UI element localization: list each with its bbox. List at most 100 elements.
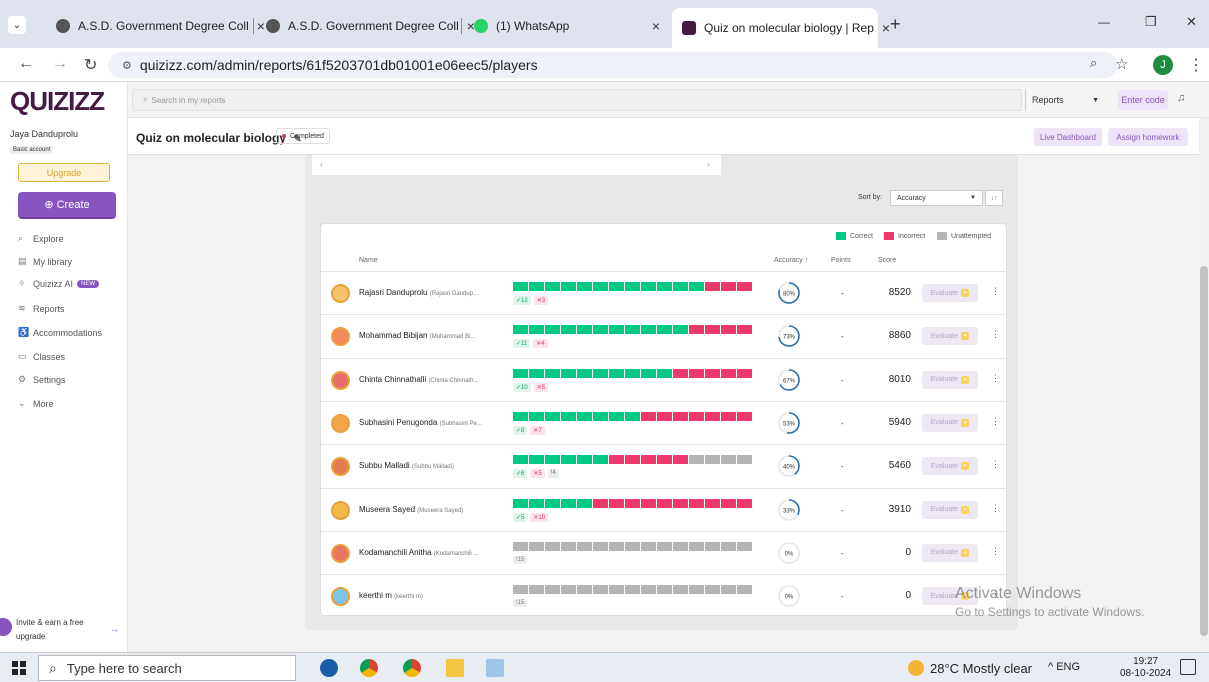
evaluate-button[interactable]: Evaluate ✦ [922, 413, 978, 432]
answer-bar-segment [513, 585, 528, 595]
reports-dropdown[interactable]: Reports ▼ [1025, 89, 1105, 111]
count-badge: ✓12 [513, 296, 531, 305]
tab-close-icon[interactable]: × [644, 18, 660, 34]
player-name[interactable]: Chinta Chinnathalli (Chinta Chinnath... [359, 375, 478, 384]
table-row[interactable]: Mohammad Bibijan (Mohammad Bi... ✓11 ✕4 73%… [321, 314, 1006, 357]
quizizz-logo[interactable]: QUIZIZZ [10, 86, 105, 117]
table-row[interactable]: Museera Sayed (Museera Sayed) ✓5 ✕10 33% - 39… [321, 487, 1006, 531]
player-name[interactable]: Kodamanchili Anitha (Kodamanchili ... [359, 548, 478, 557]
browser-tab-active[interactable]: Quiz on molecular biology | Rep × [672, 8, 890, 48]
player-name[interactable]: Museera Sayed (Museera Sayed) [359, 505, 463, 514]
player-name[interactable]: Subbu Malladi (Subbu Malladi) [359, 461, 454, 470]
reload-icon[interactable]: ↻ [84, 55, 97, 75]
live-dashboard-button[interactable]: Live Dashboard [1034, 128, 1102, 146]
player-name[interactable]: Subhasini Penugonda (Subhasini Pe... [359, 418, 482, 427]
scrollbar-thumb[interactable] [1200, 266, 1208, 636]
evaluate-button[interactable]: Evaluate ✦ [922, 284, 978, 302]
sidebar-item-classes[interactable]: ▭ Classes [18, 351, 65, 362]
count-badge: ✓6 [513, 469, 528, 479]
row-more-menu-icon[interactable]: ⋮ [991, 416, 1000, 427]
sidebar-item-explore[interactable]: ⌕ Explore [18, 233, 64, 244]
player-avatar [331, 587, 350, 607]
evaluate-button[interactable]: Evaluate ✦ [922, 500, 978, 519]
answer-bar-segment [625, 455, 640, 465]
table-row[interactable]: Subbu Malladi (Subbu Malladi) ✓6 ✕5 !4 40% - 5… [321, 444, 1006, 487]
sidebar-item-my-library[interactable]: ▤ My library [18, 256, 72, 267]
sidebar-item-accommodations[interactable]: ♿ Accommodations [18, 327, 102, 338]
notifications-icon[interactable] [1180, 659, 1196, 675]
sidebar-item-quizizz-ai[interactable]: ✧ Quizizz AI NEW [18, 278, 100, 289]
player-name[interactable]: Rajasri Danduprolu (Rajasri Dandup... [359, 288, 478, 297]
evaluate-button[interactable]: Evaluate ✦ [922, 457, 978, 476]
evaluate-button[interactable]: Evaluate ✦ [922, 327, 978, 346]
chrome-profile-icon[interactable] [403, 659, 421, 677]
restore-button[interactable]: ❐ [1145, 14, 1157, 30]
table-row[interactable]: Rajasri Danduprolu (Rajasri Dandup... ✓12… [321, 271, 1006, 314]
tab-list-dropdown[interactable]: ⌄ [8, 16, 26, 34]
assign-homework-button[interactable]: Assign homework [1108, 128, 1188, 146]
player-name-text: Rajasri Danduprolu [359, 288, 428, 297]
sort-select[interactable]: Accuracy ▼ [890, 190, 983, 206]
row-more-menu-icon[interactable]: ⋮ [991, 373, 1000, 384]
table-row[interactable]: keerthi m (keerthi m) !15 0% -0 Evaluate ✦ ⋮ [321, 574, 1006, 617]
close-window-button[interactable]: ✕ [1186, 14, 1197, 30]
search-input[interactable]: ⌕ Search in my reports [132, 89, 1022, 111]
table-row[interactable]: Subhasini Penugonda (Subhasini Pe... ✓8 ✕7… [321, 400, 1006, 444]
scroll-left-icon[interactable]: ‹ [320, 160, 323, 169]
sidebar-item-reports[interactable]: ≋ Reports [18, 303, 65, 314]
task-view-icon[interactable] [320, 659, 338, 677]
zoom-icon[interactable]: ⌕ [1090, 55, 1097, 71]
chrome-icon[interactable] [360, 659, 378, 677]
new-tab-button[interactable]: + [890, 14, 901, 35]
sidebar-item-label: Settings [33, 374, 66, 385]
sidebar-item-settings[interactable]: ⚙ Settings [18, 374, 66, 385]
create-button[interactable]: ⊕ Create [18, 192, 116, 217]
browser-menu-icon[interactable]: ⋮ [1188, 55, 1204, 75]
answer-bar-segment [545, 455, 560, 465]
profile-avatar[interactable]: J [1153, 55, 1173, 75]
upgrade-button[interactable]: Upgrade [18, 163, 110, 182]
notification-bell-icon[interactable]: ♫ [1177, 92, 1185, 104]
column-header-accuracy[interactable]: Accuracy ↑ [774, 257, 808, 264]
count-badge: ✕5 [533, 382, 549, 392]
count-badge: ✕7 [530, 425, 545, 435]
browser-tab[interactable]: (1) WhatsApp × [464, 12, 670, 40]
sort-direction-icon[interactable]: ↓↑ [985, 190, 1003, 206]
table-row[interactable]: Kodamanchili Anitha (Kodamanchili ... !15… [321, 530, 1006, 574]
browser-tab[interactable]: A.S.D. Government Degree Coll × [256, 12, 475, 40]
row-more-menu-icon[interactable]: ⋮ [991, 459, 1000, 470]
horizontal-scroll-strip[interactable]: ‹ › [312, 155, 721, 175]
sidebar-item-label: Classes [33, 351, 66, 362]
forward-arrow-icon[interactable]: → [52, 55, 68, 73]
system-tray[interactable]: ^ ENG [1048, 661, 1080, 673]
row-more-menu-icon[interactable]: ⋮ [991, 286, 1000, 297]
player-name[interactable]: Mohammad Bibijan (Mohammad Bi... [359, 331, 475, 340]
sidebar-item-more[interactable]: ⌄ More [18, 398, 54, 409]
tab-close-icon[interactable]: × [874, 20, 890, 36]
bookmark-star-icon[interactable]: ☆ [1115, 55, 1128, 73]
row-more-menu-icon[interactable]: ⋮ [991, 546, 1000, 557]
row-more-menu-icon[interactable]: ⋮ [991, 329, 1000, 340]
answer-bar-segment [673, 368, 688, 378]
row-more-menu-icon[interactable]: ⋮ [991, 503, 1000, 514]
enter-code-button[interactable]: Enter code [1118, 90, 1168, 110]
back-arrow-icon[interactable]: ← [18, 55, 34, 73]
weather-widget[interactable]: 28°C Mostly clear [908, 660, 1032, 676]
windows-start-icon[interactable] [12, 661, 26, 675]
evaluate-button[interactable]: Evaluate ✦ [922, 370, 978, 389]
site-info-icon[interactable]: ⚙ [122, 59, 132, 72]
taskbar-search-input[interactable]: ⌕ Type here to search [38, 655, 296, 681]
invite-banner[interactable]: Invite & earn a free upgrade → [0, 610, 128, 652]
evaluate-button[interactable]: Evaluate ✦ [922, 543, 978, 562]
clock[interactable]: 19:27 08-10-2024 [1120, 656, 1171, 680]
accuracy-value: 0% [785, 594, 794, 600]
file-explorer-icon[interactable] [446, 659, 464, 677]
minimize-button[interactable]: — [1098, 15, 1110, 29]
url-field[interactable]: ⚙ quizizz.com/admin/reports/61f5203701db… [108, 52, 1118, 78]
notepad-app-icon[interactable] [486, 659, 504, 677]
player-name[interactable]: keerthi m (keerthi m) [359, 591, 423, 600]
table-row[interactable]: Chinta Chinnathalli (Chinta Chinnath... ✓… [321, 357, 1006, 401]
scroll-right-icon[interactable]: › [707, 160, 710, 169]
browser-tab[interactable]: A.S.D. Government Degree Coll × [46, 12, 265, 40]
vertical-scrollbar[interactable] [1199, 118, 1209, 652]
